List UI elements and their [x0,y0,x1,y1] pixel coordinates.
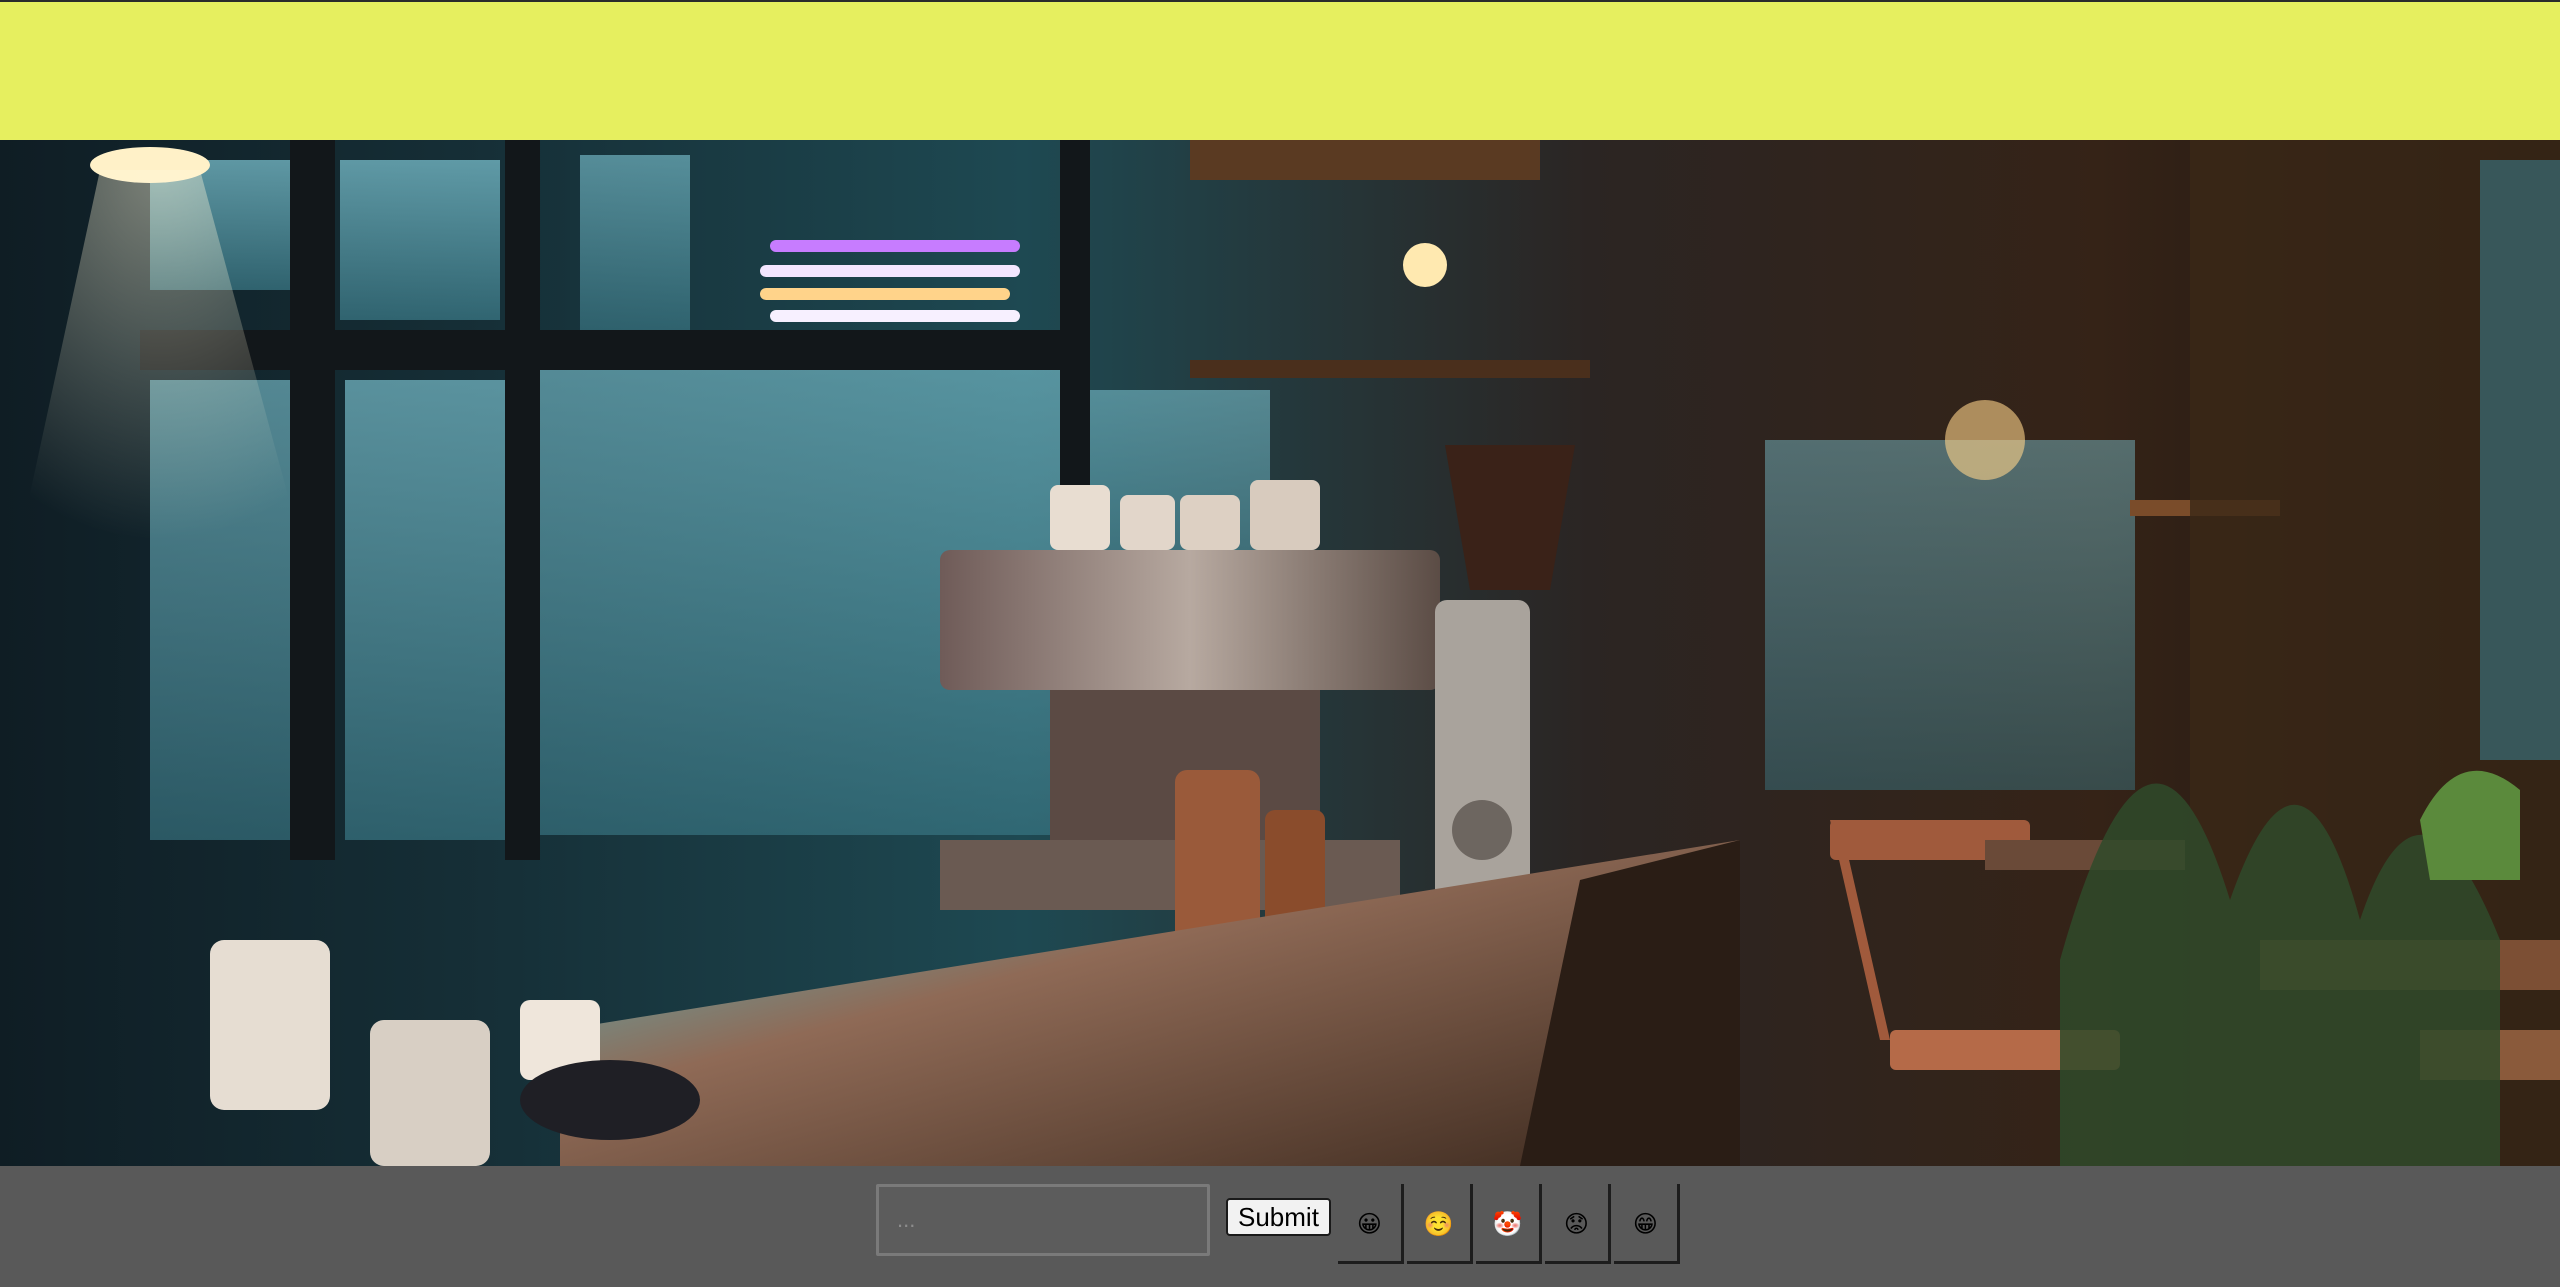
worried-face-icon[interactable]: 😟 [1544,1184,1611,1264]
submit-button[interactable]: Submit [1226,1198,1331,1236]
grinning-face-icon[interactable]: 😀 [1337,1184,1404,1264]
message-input[interactable] [876,1184,1210,1256]
cafe-photo [0,140,2560,1166]
clown-face-icon[interactable]: 🤡 [1475,1184,1542,1264]
reaction-buttons: 😀 ☺️ 🤡 😟 😁 [1335,1184,1680,1264]
beaming-face-icon[interactable]: 😁 [1613,1184,1680,1264]
composer-controls: Submit 😀 ☺️ 🤡 😟 😁 [876,1184,1680,1264]
smiling-face-icon[interactable]: ☺️ [1406,1184,1473,1264]
cafe-counter-illustration [20,140,2560,1166]
composer-bar: Submit 😀 ☺️ 🤡 😟 😁 [0,1166,2560,1287]
top-banner [0,0,2560,140]
